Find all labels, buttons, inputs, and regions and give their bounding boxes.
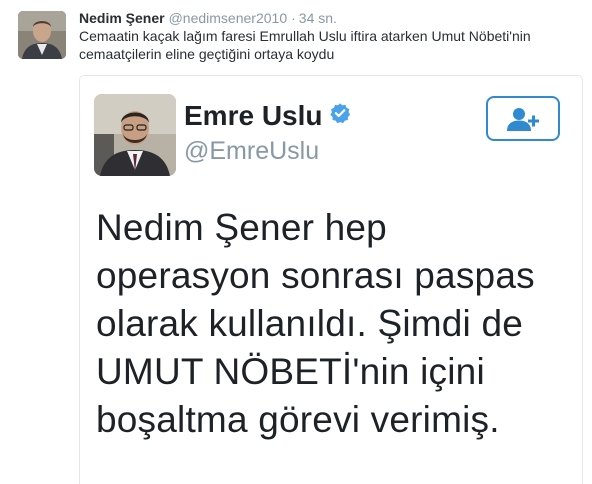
follow-button: [486, 96, 560, 141]
tweet-text: Cemaatin kaçak lağım faresi Emrullah Usl…: [79, 27, 569, 63]
author-username[interactable]: @nedimsener2010: [169, 10, 288, 26]
tweet-text-line: Cemaatin kaçak lağım faresi Emrullah Usl…: [79, 28, 531, 44]
embedded-text-line: boşaltma görevi verimiş.: [96, 399, 500, 440]
tweet-header: Nedim Şener @nedimsener2010 · 34 sn.: [79, 9, 337, 27]
embedded-tweet-text: Nedim Şener hep operasyon sonrası paspas…: [96, 204, 576, 444]
tweet-text-line: cemaatçilerin eline geçtiğini ortaya koy…: [79, 46, 335, 62]
add-user-icon: [507, 108, 539, 131]
embedded-fullname-text: Emre Uslu: [184, 100, 323, 131]
header-separator: ·: [291, 10, 296, 26]
embedded-text-line: olarak kullanıldı. Şimdi de: [96, 303, 523, 344]
tweet-timestamp[interactable]: 34 sn.: [299, 10, 337, 26]
tweet: Nedim Şener @nedimsener2010 · 34 sn. Cemaat…: [0, 0, 592, 484]
author-avatar-image: [18, 11, 66, 59]
embedded-author-avatar: [94, 94, 176, 176]
verified-badge-icon: [329, 98, 351, 132]
embedded-author-username: @EmreUslu: [184, 137, 320, 165]
embedded-avatar-image: [94, 94, 176, 176]
author-fullname[interactable]: Nedim Şener: [79, 10, 165, 26]
author-avatar[interactable]: [18, 11, 66, 59]
embedded-text-line: Nedim Şener hep: [96, 207, 387, 248]
embedded-text-line: UMUT NÖBETİ'nin içini: [96, 351, 485, 392]
embedded-tweet-image[interactable]: Emre Uslu @EmreUslu Nedim Şener hep oper…: [79, 75, 583, 484]
embedded-text-line: operasyon sonrası paspas: [96, 255, 535, 296]
embedded-author-fullname: Emre Uslu: [184, 99, 351, 133]
